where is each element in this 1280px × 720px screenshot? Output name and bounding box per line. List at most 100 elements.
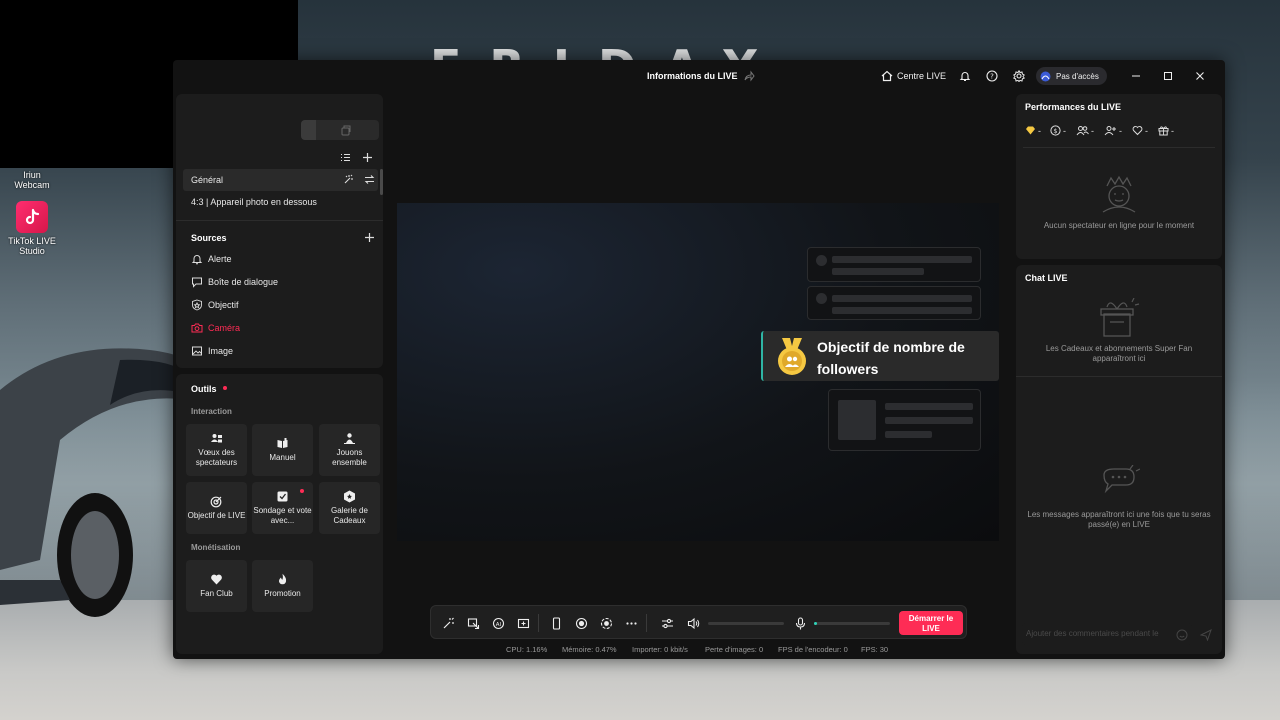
mobile-icon[interactable]: [548, 615, 564, 631]
stat-frame-loss: Perte d'images: 0: [705, 645, 764, 654]
viewers-icon: [1076, 126, 1089, 136]
no-viewers-text: Aucun spectateur en ligne pour le moment: [1043, 221, 1195, 230]
settings-gear-icon[interactable]: [1011, 68, 1027, 84]
more-options-icon[interactable]: [623, 615, 639, 631]
tiktok-live-studio-icon[interactable]: [16, 201, 48, 233]
performance-panel: Performances du LIVE - $ - - - - - Aucun…: [1016, 94, 1222, 259]
magic-wand-icon[interactable]: [343, 174, 354, 185]
magic-effects-icon[interactable]: [440, 615, 456, 631]
metric-value: -: [1038, 125, 1041, 136]
minimize-icon[interactable]: [1128, 68, 1144, 84]
tool-viewer-wishes[interactable]: Vœux des spectateurs: [186, 424, 247, 476]
source-label: Objectif: [208, 300, 239, 310]
close-icon[interactable]: [1192, 68, 1208, 84]
metric-likes[interactable]: -: [1132, 125, 1148, 136]
tool-live-goal[interactable]: Objectif de LIVE: [186, 482, 247, 534]
performance-heading: Performances du LIVE: [1025, 102, 1122, 112]
add-media-icon[interactable]: [515, 615, 531, 631]
section-divider: [176, 220, 383, 221]
flame-icon: [279, 573, 287, 585]
no-viewers-illustration: [1102, 175, 1136, 213]
window-title: Informations du LIVE: [647, 71, 738, 81]
chat-comment-input[interactable]: Ajouter des commentaires pendant le: [1022, 623, 1192, 645]
audio-mixer-icon[interactable]: [659, 615, 675, 631]
microphone-icon[interactable]: [792, 615, 808, 631]
gifts-empty-text: Les Cadeaux et abonnements Super Fan app…: [1045, 344, 1193, 363]
help-icon[interactable]: ?: [984, 68, 1000, 84]
svg-text:?: ?: [990, 73, 994, 81]
scene-scrollbar[interactable]: [380, 169, 383, 195]
maximize-icon[interactable]: [1160, 68, 1176, 84]
placeholder-comment-card: [807, 286, 981, 320]
swap-icon[interactable]: [364, 174, 375, 185]
tool-label: Fan Club: [200, 589, 233, 598]
tool-manual[interactable]: Manuel: [252, 424, 313, 476]
metric-diamonds[interactable]: -: [1025, 125, 1041, 136]
play-together-icon: [344, 433, 355, 444]
metric-viewers[interactable]: -: [1076, 125, 1094, 136]
scene-layout-label[interactable]: 4:3 | Appareil photo en dessous: [191, 197, 317, 207]
gift-box-illustration: [1100, 298, 1140, 337]
toolbar-divider: [646, 614, 647, 632]
scene-general-label: Général: [191, 175, 224, 185]
speaker-icon[interactable]: [685, 615, 701, 631]
start-live-button[interactable]: Démarrer le LIVE: [899, 611, 963, 635]
speaker-volume-slider[interactable]: [708, 622, 784, 625]
poll-new-badge: [300, 489, 304, 493]
tool-fan-club[interactable]: Fan Club: [186, 560, 247, 612]
access-badge[interactable]: Pas d'accès: [1036, 67, 1107, 85]
notifications-bell-icon[interactable]: [957, 68, 973, 84]
camera-icon: [191, 323, 203, 333]
placeholder-gift-card: [828, 389, 981, 451]
book-icon: [277, 438, 288, 448]
svg-text:$: $: [1053, 127, 1057, 135]
scene-list-icon[interactable]: [340, 152, 351, 163]
poll-icon: [277, 491, 288, 502]
centre-live-button[interactable]: Centre LIVE: [881, 68, 946, 84]
metric-earnings[interactable]: $ -: [1050, 125, 1066, 136]
metric-value: -: [1171, 125, 1174, 136]
medal-icon: [778, 338, 806, 375]
target-icon: [210, 496, 222, 508]
add-source-icon[interactable]: [364, 232, 375, 243]
add-follower-icon: [1104, 126, 1116, 136]
screen-share-icon[interactable]: [465, 615, 481, 631]
heart-icon: [211, 574, 222, 585]
svg-text:AI: AI: [495, 621, 501, 627]
replay-icon[interactable]: [598, 615, 614, 631]
goal-text: Objectif de nombre de followers: [817, 339, 965, 377]
orientation-landscape-option[interactable]: [301, 120, 316, 140]
home-icon: [881, 70, 893, 82]
heart-outline-icon: [1132, 126, 1143, 136]
tool-promotion[interactable]: Promotion: [252, 560, 313, 612]
stat-fps: FPS: 30: [861, 645, 889, 654]
metric-new-followers[interactable]: -: [1104, 125, 1122, 136]
stat-memory: Mémoire: 0.47%: [562, 645, 617, 654]
add-scene-icon[interactable]: [362, 152, 373, 163]
gift-icon: [1158, 126, 1169, 136]
tools-new-badge: [223, 386, 227, 390]
image-icon: [192, 346, 202, 356]
portrait-orientation-icon[interactable]: [340, 125, 351, 136]
performance-divider: [1023, 147, 1215, 148]
record-icon[interactable]: [573, 615, 589, 631]
interaction-heading: Interaction: [191, 407, 232, 416]
follower-goal-widget[interactable]: Objectif de nombre de followers: [761, 331, 999, 381]
desktop-webcam-label[interactable]: Iriun Webcam: [6, 170, 58, 190]
emoji-icon[interactable]: [1176, 629, 1188, 641]
messages-illustration: [1103, 465, 1140, 494]
dialog-icon: [192, 277, 202, 288]
microphone-volume-slider[interactable]: [814, 622, 890, 625]
desktop-tiktok-label[interactable]: TikTok LIVE Studio: [8, 236, 56, 256]
tool-label: Vœux des spectateurs: [195, 448, 238, 467]
ai-icon[interactable]: AI: [490, 615, 506, 631]
send-icon[interactable]: [1200, 629, 1212, 641]
metric-value: -: [1063, 125, 1066, 136]
tool-gift-gallery[interactable]: Galerie de Cadeaux: [319, 482, 380, 534]
share-icon[interactable]: [743, 70, 755, 82]
source-label: Boîte de dialogue: [208, 277, 279, 287]
coin-icon: $: [1050, 125, 1061, 136]
metric-gifts[interactable]: -: [1158, 125, 1174, 136]
shield-icon: [192, 299, 202, 311]
tool-play-together[interactable]: Jouons ensemble: [319, 424, 380, 476]
